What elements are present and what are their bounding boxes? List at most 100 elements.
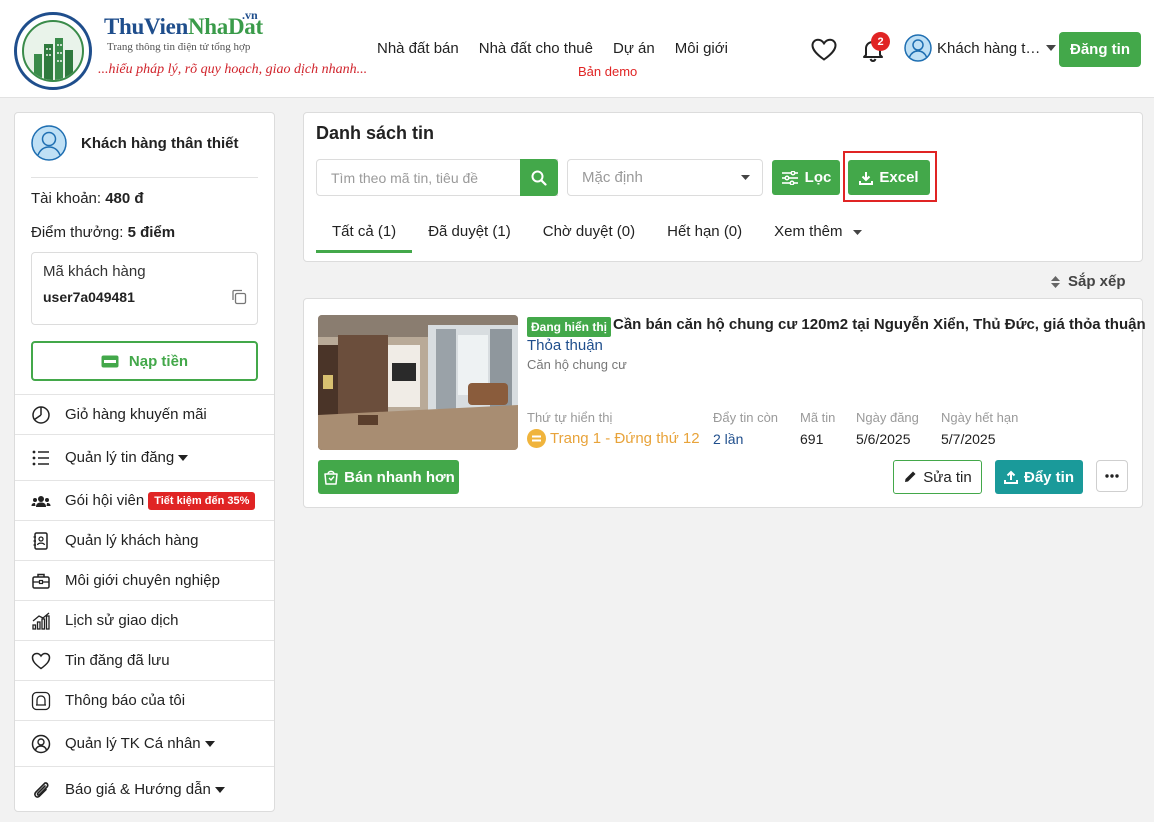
chevron-down-icon	[852, 230, 862, 235]
user-menu-name: Khách hàng thân thiết	[937, 39, 1041, 57]
display-order-text: Trang 1 - Đứng thứ 12	[550, 430, 700, 447]
tab-all[interactable]: Tất cả (1)	[316, 217, 413, 253]
push-remaining-label: Đẩy tin còn	[713, 410, 779, 425]
briefcase-icon	[31, 571, 51, 591]
nav-item-sale[interactable]: Nhà đất bán	[377, 40, 459, 57]
sidebar-item-label: Báo giá & Hướng dẫn	[65, 781, 211, 798]
caret-down-icon	[204, 740, 215, 747]
sidebar-item-customers[interactable]: Quản lý khách hàng	[15, 520, 274, 560]
push-listing-label: Đẩy tin	[1023, 468, 1074, 486]
push-listing-button[interactable]: Đẩy tin	[995, 460, 1083, 494]
account-label: Tài khoản:	[31, 190, 102, 207]
notification-count-badge: 2	[871, 32, 890, 51]
favorites-heart-icon[interactable]	[811, 38, 837, 62]
divider	[31, 177, 258, 178]
paperclip-icon	[31, 780, 51, 800]
account-value: 480 đ	[105, 190, 144, 207]
listing-title[interactable]: Cần bán căn hộ chung cư 120m2 tại Nguyễn…	[613, 316, 1146, 333]
sidebar-item-saved-listings[interactable]: Tin đăng đã lưu	[15, 640, 274, 680]
sort-select-value: Mặc định	[582, 169, 643, 186]
post-listing-button[interactable]: Đăng tin	[1059, 32, 1141, 67]
listing-id-value: 691	[800, 431, 824, 447]
chart-growth-icon	[31, 611, 51, 631]
display-order-value: Trang 1 - Đứng thứ 12	[527, 429, 700, 448]
nav-item-rent[interactable]: Nhà đất cho thuê	[479, 40, 593, 57]
sort-label: Sắp xếp	[1068, 273, 1126, 290]
edit-listing-label: Sửa tin	[923, 468, 972, 486]
excel-export-button[interactable]: Excel	[848, 160, 930, 195]
user-menu[interactable]: Khách hàng thân thiết	[904, 34, 1056, 62]
brand-name[interactable]: ThuVienNhaDat	[104, 14, 263, 40]
sidebar-item-label: Gói hội viên	[65, 492, 145, 509]
nav-item-brokers[interactable]: Môi giới	[675, 40, 728, 57]
listing-price: Thỏa thuận	[527, 337, 603, 354]
sidebar-item-notifications[interactable]: Thông báo của tôi	[15, 680, 274, 720]
user-circle-icon	[31, 734, 51, 754]
expire-date-value: 5/7/2025	[941, 431, 996, 447]
listing-thumbnail[interactable]	[318, 315, 518, 450]
tab-approved[interactable]: Đã duyệt (1)	[412, 217, 527, 253]
excel-button-label: Excel	[879, 169, 919, 186]
sidebar-item-label: Quản lý khách hàng	[65, 532, 199, 549]
copy-icon[interactable]	[231, 289, 247, 305]
brand-subtitle: Trang thông tin điện tử tổng hợp	[107, 41, 251, 53]
filter-button[interactable]: Lọc	[772, 160, 840, 195]
listing-type: Căn hộ chung cư	[527, 357, 627, 372]
sidebar-item-membership[interactable]: Gói hội viên Tiết kiệm đến 35%	[15, 480, 274, 520]
tab-pending[interactable]: Chờ duyệt (0)	[527, 217, 651, 253]
customer-code-label: Mã khách hàng	[43, 263, 146, 280]
sidebar-item-transaction-history[interactable]: Lịch sử giao dịch	[15, 600, 274, 640]
sidebar-item-pro-broker[interactable]: Môi giới chuyên nghiệp	[15, 560, 274, 600]
nav-item-projects[interactable]: Dự án	[613, 40, 655, 57]
demo-label: Bản demo	[578, 64, 638, 79]
tab-expired[interactable]: Hết hạn (0)	[651, 217, 758, 253]
contact-book-icon	[31, 531, 51, 551]
sell-faster-label: Bán nhanh hơn	[344, 468, 455, 486]
chevron-down-icon	[741, 175, 750, 180]
brand-part1: ThuVien	[104, 14, 188, 39]
pencil-icon	[903, 470, 917, 484]
sidebar-item-label: Giỏ hàng khuyến mãi	[65, 406, 207, 423]
reward-points: Điểm thưởng: 5 điểm	[31, 224, 175, 241]
upload-icon	[1003, 470, 1018, 484]
sidebar: Khách hàng thân thiết Tài khoản: 480 đ Đ…	[14, 112, 275, 812]
sidebar-item-promo-cart[interactable]: Giỏ hàng khuyến mãi	[15, 394, 274, 434]
pie-chart-icon	[31, 405, 51, 425]
sort-select[interactable]: Mặc định	[567, 159, 763, 196]
customer-code-value: user7a049481	[43, 289, 135, 305]
logo[interactable]	[14, 12, 92, 90]
listing-toolbar-card: Danh sách tin Mặc định Lọc Excel Tất cả …	[303, 112, 1143, 262]
listing-id-label: Mã tin	[800, 410, 836, 425]
sidebar-item-personal-account[interactable]: Quản lý TK Cá nhân	[15, 720, 274, 766]
points-value: 5 điểm	[127, 224, 176, 241]
points-label: Điểm thưởng:	[31, 224, 124, 241]
posted-date-label: Ngày đăng	[856, 410, 919, 425]
caret-down-icon	[178, 454, 189, 461]
brand-slogan: ...hiểu pháp lý, rõ quy hoạch, giao dịch…	[98, 62, 368, 77]
avatar-icon	[904, 34, 932, 62]
brand-tld: .vn	[242, 8, 258, 22]
shopping-bag-icon	[322, 468, 340, 486]
discount-badge: Tiết kiệm đến 35%	[148, 491, 256, 510]
sell-faster-button[interactable]: Bán nhanh hơn	[318, 460, 459, 494]
members-icon	[31, 491, 51, 511]
header: ThuVienNhaDat .vn Trang thông tin điện t…	[0, 0, 1154, 98]
avatar-icon	[31, 125, 67, 161]
tab-more[interactable]: Xem thêm	[758, 217, 877, 253]
chevron-down-icon	[1046, 45, 1056, 51]
push-remaining-value: 2 lần	[713, 431, 744, 447]
topup-button[interactable]: Nạp tiền	[31, 341, 258, 381]
sidebar-item-pricing-guide[interactable]: Báo giá & Hướng dẫn	[15, 766, 274, 812]
sidebar-menu: Giỏ hàng khuyến mãi Quản lý tin đăng Gói…	[15, 394, 274, 812]
sort-button[interactable]: Sắp xếp	[1051, 273, 1126, 290]
sidebar-item-label: Lịch sử giao dịch	[65, 612, 179, 629]
topup-button-label: Nạp tiền	[128, 352, 189, 370]
more-options-button[interactable]	[1096, 460, 1128, 492]
edit-listing-button[interactable]: Sửa tin	[893, 460, 982, 494]
search-button[interactable]	[520, 159, 558, 196]
customer-code-box: Mã khách hàng user7a049481	[31, 252, 258, 325]
sidebar-item-manage-listings[interactable]: Quản lý tin đăng	[15, 434, 274, 480]
sliders-icon	[781, 170, 799, 185]
logo-building-icon	[22, 20, 84, 82]
heart-icon	[31, 651, 51, 671]
